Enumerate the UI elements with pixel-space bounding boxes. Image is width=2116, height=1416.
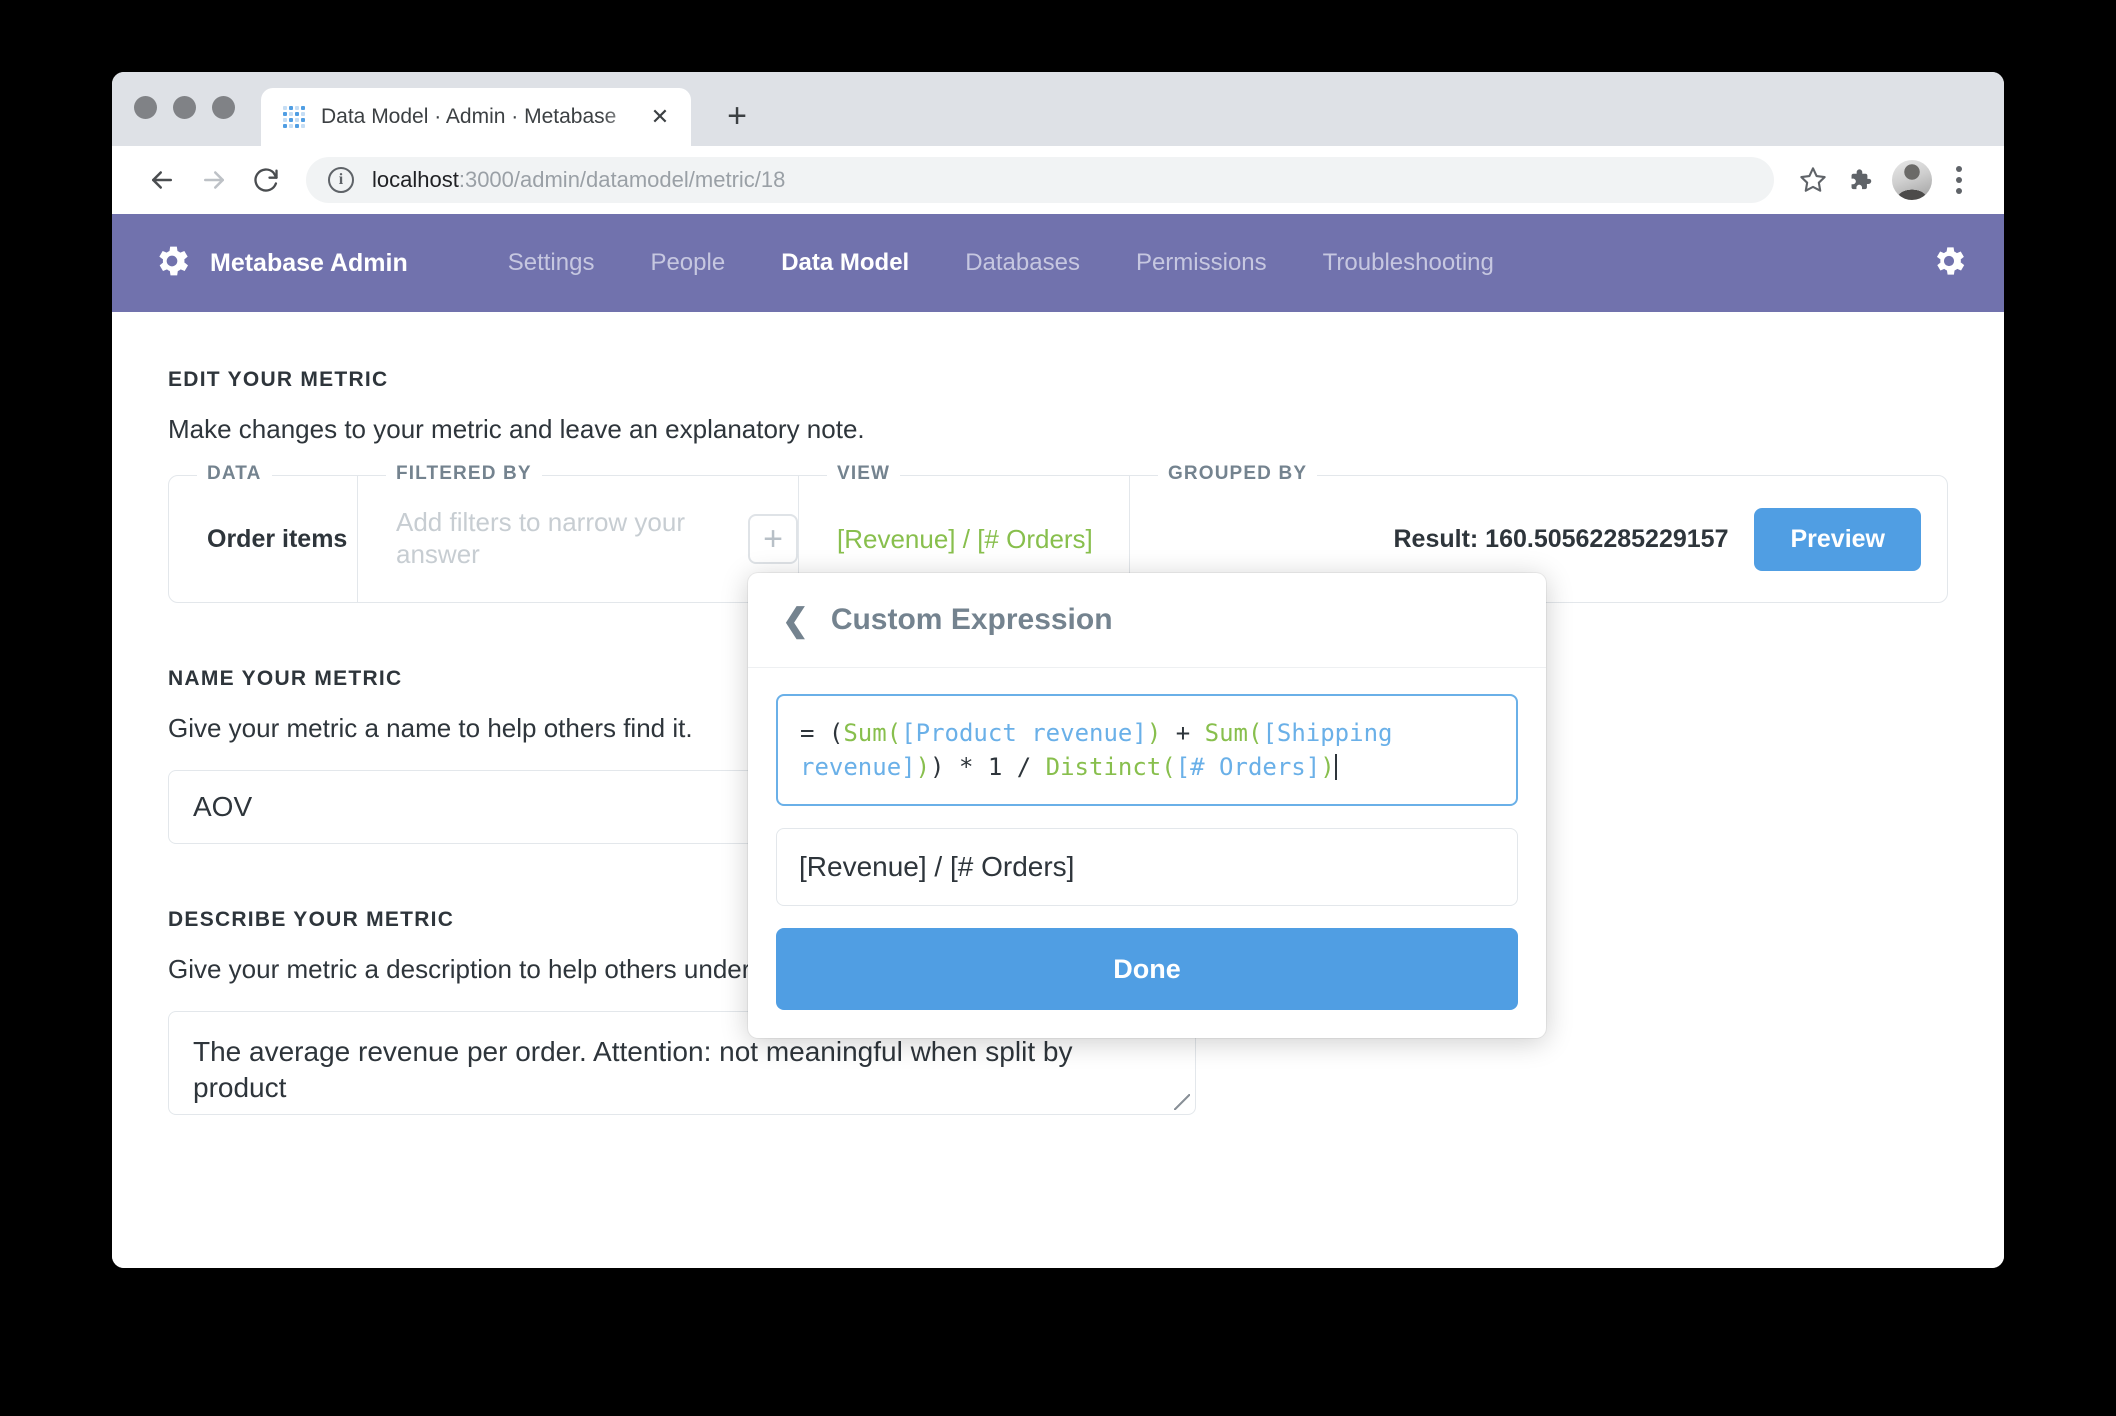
page-content: EDIT YOUR METRIC Make changes to your me… xyxy=(112,312,2004,1268)
popover-body: = (Sum([Product revenue]) + Sum([Shippin… xyxy=(748,668,1546,1038)
result-text: Result: 160.50562285229157 xyxy=(1393,525,1728,554)
metabase-dots-icon xyxy=(283,106,305,128)
done-button[interactable]: Done xyxy=(776,928,1518,1010)
nav-item-permissions[interactable]: Permissions xyxy=(1108,249,1295,277)
expr-token-sum-2: Sum xyxy=(1205,719,1248,747)
nav-item-settings[interactable]: Settings xyxy=(480,249,623,277)
browser-window: Data Model · Admin · Metabase ✕ + i loca… xyxy=(112,72,2004,1268)
new-tab-button[interactable]: + xyxy=(717,96,757,136)
minimize-window-button[interactable] xyxy=(173,96,196,119)
expr-token-open-paren: ( xyxy=(829,719,843,747)
qb-view-value[interactable]: [Revenue] / [# Orders] xyxy=(837,524,1093,555)
custom-expression-popover: ❮ Custom Expression = (Sum([Product reve… xyxy=(748,573,1546,1038)
url-path: :3000/admin/datamodel/metric/18 xyxy=(459,167,786,192)
popover-title: Custom Expression xyxy=(831,603,1113,637)
expr-token-paren-open-1: ( xyxy=(887,719,901,747)
qb-grouped-by-header: GROUPED BY xyxy=(1158,463,1317,485)
nav-item-people[interactable]: People xyxy=(622,249,753,277)
browser-tab-strip: Data Model · Admin · Metabase ✕ + xyxy=(112,72,2004,146)
nav-item-databases[interactable]: Databases xyxy=(937,249,1108,277)
kebab-menu-icon[interactable] xyxy=(1942,166,1976,194)
qb-filter-header: FILTERED BY xyxy=(386,463,542,485)
maximize-window-button[interactable] xyxy=(212,96,235,119)
address-bar[interactable]: i localhost:3000/admin/datamodel/metric/… xyxy=(306,157,1774,203)
expr-token-field-product-revenue: [Product revenue] xyxy=(901,719,1147,747)
expression-editor[interactable]: = (Sum([Product revenue]) + Sum([Shippin… xyxy=(776,694,1518,806)
expression-name-input[interactable]: [Revenue] / [# Orders] xyxy=(776,828,1518,906)
expr-token-paren-open-3: ( xyxy=(1161,753,1175,781)
qb-data-header: DATA xyxy=(197,463,272,485)
avatar[interactable] xyxy=(1892,160,1932,200)
star-icon[interactable] xyxy=(1790,157,1836,203)
back-chevron-icon[interactable]: ❮ xyxy=(782,604,809,636)
expr-token-times-one-div: * 1 / xyxy=(959,753,1031,781)
brand-label: Metabase Admin xyxy=(210,249,408,278)
add-filter-button[interactable]: + xyxy=(748,514,798,564)
expr-token-eq: = xyxy=(800,719,814,747)
qb-data-section[interactable]: DATA Order items xyxy=(169,476,357,602)
browser-tab[interactable]: Data Model · Admin · Metabase ✕ xyxy=(261,88,691,146)
expr-token-distinct: Distinct xyxy=(1046,753,1162,781)
site-info-icon[interactable]: i xyxy=(328,167,354,193)
qb-data-value: Order items xyxy=(207,524,347,555)
gear-icon xyxy=(152,241,192,286)
expr-token-paren-close-1: ) xyxy=(1147,719,1161,747)
nav-links: Settings People Data Model Databases Per… xyxy=(480,249,1930,277)
expr-token-field-num-orders: [# Orders] xyxy=(1176,753,1321,781)
expr-token-plus: + xyxy=(1176,719,1190,747)
close-tab-icon[interactable]: ✕ xyxy=(647,104,673,130)
close-window-button[interactable] xyxy=(134,96,157,119)
expr-token-paren-open-2: ( xyxy=(1248,719,1262,747)
qb-filter-section[interactable]: FILTERED BY Add filters to narrow your a… xyxy=(358,476,798,602)
url-host: localhost xyxy=(372,167,459,192)
forward-icon[interactable] xyxy=(188,154,240,206)
metabase-admin-nav: Metabase Admin Settings People Data Mode… xyxy=(112,214,2004,312)
tab-title: Data Model · Admin · Metabase xyxy=(321,105,647,129)
text-caret xyxy=(1335,754,1337,780)
brand[interactable]: Metabase Admin xyxy=(152,241,408,286)
expr-token-sum-1: Sum xyxy=(843,719,886,747)
edit-metric-description: Make changes to your metric and leave an… xyxy=(168,414,1948,445)
qb-view-header: VIEW xyxy=(827,463,900,485)
qb-filter-placeholder: Add filters to narrow your answer xyxy=(396,507,726,570)
reload-icon[interactable] xyxy=(240,154,292,206)
browser-toolbar: i localhost:3000/admin/datamodel/metric/… xyxy=(112,146,2004,214)
expr-token-close-paren: ) xyxy=(930,753,944,781)
popover-header: ❮ Custom Expression xyxy=(748,573,1546,668)
metric-description-value: The average revenue per order. Attention… xyxy=(193,1036,1072,1103)
preview-button[interactable]: Preview xyxy=(1754,508,1921,571)
nav-item-troubleshooting[interactable]: Troubleshooting xyxy=(1295,249,1522,277)
nav-item-data-model[interactable]: Data Model xyxy=(753,249,937,277)
url-text: localhost:3000/admin/datamodel/metric/18 xyxy=(372,167,785,193)
edit-metric-section: EDIT YOUR METRIC Make changes to your me… xyxy=(168,368,1948,445)
expr-token-paren-close-2: ) xyxy=(916,753,930,781)
puzzle-icon[interactable] xyxy=(1836,157,1882,203)
back-icon[interactable] xyxy=(136,154,188,206)
settings-gear-icon[interactable] xyxy=(1930,242,1968,285)
edit-metric-label: EDIT YOUR METRIC xyxy=(168,368,1948,392)
resize-grip-icon[interactable] xyxy=(1174,1094,1190,1110)
expr-token-paren-close-3: ) xyxy=(1320,753,1334,781)
window-traffic-lights xyxy=(134,72,235,146)
